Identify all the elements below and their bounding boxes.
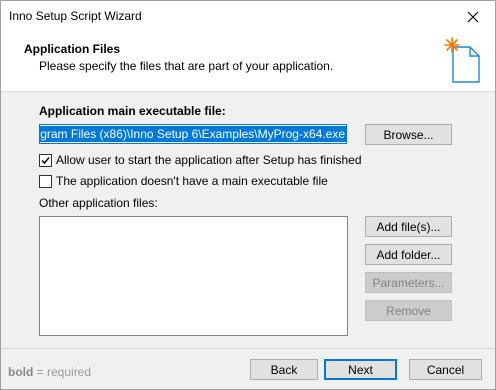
main-exe-label: Application main executable file: bbox=[39, 104, 226, 118]
no-exe-checkbox[interactable] bbox=[39, 174, 52, 188]
next-button[interactable]: Next bbox=[324, 359, 397, 380]
remove-button[interactable]: Remove bbox=[365, 300, 452, 321]
checkmark-icon bbox=[41, 156, 50, 164]
no-exe-label: The application doesn't have a main exec… bbox=[56, 174, 328, 188]
cancel-button[interactable]: Cancel bbox=[409, 359, 482, 380]
allow-start-label: Allow user to start the application afte… bbox=[56, 153, 362, 167]
close-button[interactable] bbox=[451, 1, 495, 32]
add-folder-button[interactable]: Add folder... bbox=[365, 244, 452, 265]
add-files-button[interactable]: Add file(s)... bbox=[365, 216, 452, 237]
close-icon bbox=[467, 11, 479, 22]
other-files-label: Other application files: bbox=[39, 196, 158, 210]
parameters-button[interactable]: Parameters... bbox=[365, 272, 452, 293]
allow-start-checkbox[interactable] bbox=[39, 153, 52, 167]
wizard-footer: bold = required Back Next Cancel bbox=[1, 348, 495, 389]
main-exe-input[interactable]: ogram Files (x86)\Inno Setup 6\Examples\… bbox=[39, 124, 347, 144]
allow-start-row[interactable]: Allow user to start the application afte… bbox=[39, 153, 362, 167]
no-exe-row[interactable]: The application doesn't have a main exec… bbox=[39, 174, 328, 188]
title-bar: Inno Setup Script Wizard bbox=[1, 1, 495, 32]
other-files-list[interactable] bbox=[39, 216, 348, 336]
wizard-window: Inno Setup Script Wizard Application Fil… bbox=[0, 0, 496, 390]
window-title: Inno Setup Script Wizard bbox=[9, 9, 142, 23]
required-legend: bold = required bbox=[8, 365, 91, 379]
wizard-header: Application Files Please specify the fil… bbox=[1, 32, 495, 92]
back-button[interactable]: Back bbox=[250, 359, 318, 380]
page-subtitle: Please specify the files that are part o… bbox=[39, 59, 334, 73]
required-legend-text: = required bbox=[33, 365, 92, 379]
browse-button[interactable]: Browse... bbox=[365, 124, 452, 145]
page-title: Application Files bbox=[24, 42, 121, 56]
required-legend-bold: bold bbox=[8, 365, 34, 379]
main-exe-value: ogram Files (x86)\Inno Setup 6\Examples\… bbox=[40, 126, 346, 142]
new-file-spark-icon bbox=[444, 37, 480, 83]
